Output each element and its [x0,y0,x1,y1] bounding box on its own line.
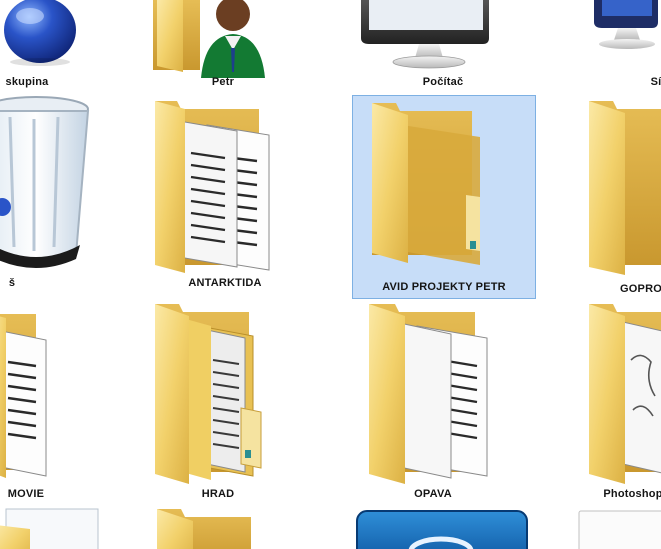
homegroup-globe-icon [4,0,76,66]
icon-label: Sí [650,76,661,88]
desktop-icon-pocitac[interactable]: Počítač [355,0,535,95]
icon-label: Počítač [422,76,464,88]
desktop-icon-kos[interactable]: š [0,95,110,295]
desktop-icon-opava[interactable]: OPAVA [355,300,535,505]
file-icon [578,510,661,549]
icon-label: OPAVA [414,488,452,500]
icon-label: Photoshop [603,488,661,500]
desktop-icon-antarktida[interactable]: ANTARKTIDA [145,95,295,295]
recycle-bin-icon [0,96,90,268]
desktop-icon-partial-3[interactable] [355,505,535,549]
folder-icon [589,101,661,275]
user-folder-icon [153,0,265,78]
folder-with-documents-icon [369,304,488,484]
desktop-icon-photoshop[interactable]: Photoshop [585,300,661,505]
network-icon [594,0,658,49]
desktop-icon-movie[interactable]: MOVIE [0,300,110,505]
icon-label: Petr [211,76,235,88]
icon-label: GOPRO [620,283,661,295]
file-icon [0,508,99,549]
icon-label: HRAD [201,488,235,500]
icon-label: š [8,277,16,289]
icon-label: MOVIE [7,488,45,500]
desktop-icon-gopro[interactable]: GOPRO [585,95,661,295]
icon-label: skupina [5,76,49,88]
desktop-icon-partial-1[interactable] [0,505,110,549]
folder-with-documents-icon [155,101,270,273]
application-icon [356,510,528,549]
folder-with-documents-icon [155,304,262,484]
desktop-icon-hrad[interactable]: HRAD [145,300,295,505]
desktop-icon-partial-4[interactable] [575,505,661,549]
desktop: skupina Petr Počítač Sí š ANTARKTIDA AVI… [0,0,661,549]
folder-icon [372,103,480,265]
desktop-icon-petr[interactable]: Petr [145,0,295,95]
desktop-icon-avid-projekty-petr[interactable]: AVID PROJEKTY PETR [352,95,536,299]
icon-label: ANTARKTIDA [188,277,262,289]
desktop-icon-skupina[interactable]: skupina [0,0,110,95]
folder-icon [157,509,251,549]
folder-with-documents-icon [589,304,661,484]
computer-monitor-icon [361,0,489,69]
folder-with-documents-icon [0,314,47,478]
icon-label: AVID PROJEKTY PETR [382,281,506,293]
desktop-icon-partial-2[interactable] [145,505,295,549]
desktop-icon-sit[interactable]: Sí [588,0,661,95]
